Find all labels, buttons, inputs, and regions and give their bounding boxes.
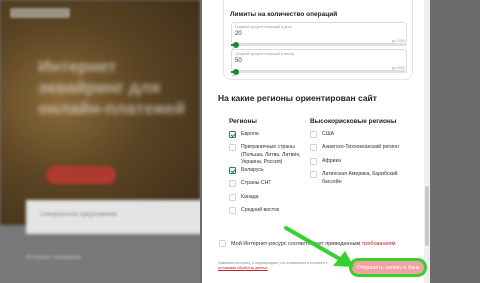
monthly-scale-max: до 5000 [392,66,405,70]
agreement-label: Мой Интернет-ресурс соответствует привед… [231,240,362,247]
checkbox-icon[interactable] [310,171,317,178]
checkbox-checked-icon[interactable] [229,167,236,174]
checkbox-icon[interactable] [229,194,236,201]
region-label: Страны СНГ [241,180,272,186]
checkbox-icon[interactable] [229,207,236,214]
background-logo [10,8,70,18]
modal-scrollbar-thumb[interactable] [425,186,429,246]
overlay-right [433,0,480,283]
region-checkbox-canada[interactable]: Канада [229,194,307,202]
limits-card: Лимиты на количество операций Средний пр… [223,0,413,80]
regions-heading: На какие регионы ориентирован сайт [218,93,377,103]
region-checkbox-usa[interactable]: США [310,131,406,139]
limits-title: Лимиты на количество операций [230,11,338,18]
agreement-checkbox[interactable]: Мой Интернет-ресурс соответствует привед… [219,240,395,247]
high-risk-regions-column-title: Высокорисковые регионы [310,118,397,125]
monthly-operations-value: 50 [235,58,242,64]
daily-operations-field[interactable]: Средний процент операций в день 20 [231,22,407,44]
region-label: США [322,131,334,137]
region-checkbox-belarus[interactable]: Беларусь [229,167,307,175]
monthly-scale-min: 0 [232,74,234,78]
region-label: Латинская Америка, Карибский бассейн [322,171,398,185]
checkbox-icon[interactable] [229,144,236,151]
background-footer-text: Интернет-эквайринг [26,255,82,261]
requirements-link[interactable]: требованиям [362,241,396,247]
monthly-operations-field[interactable]: Средний процент операций в месяц 50 [231,49,407,71]
regions-column-title: Регионы [229,118,257,125]
region-label: Приграничные страны (Польша, Литва, Латв… [241,144,301,165]
checkbox-icon[interactable] [219,240,226,247]
region-checkbox-cis[interactable]: Страны СНГ [229,180,307,188]
data-processing-link[interactable]: условиями обработки данных [218,266,268,270]
background-heading: Интернет эквайринг для онлайн-платежей [38,57,186,118]
daily-operations-slider[interactable] [231,41,407,48]
submit-application-button[interactable]: Отправить заявку в банк [350,259,426,276]
footer-note-text: Нажимая на кнопку, я подтверждаю, что оз… [218,261,328,265]
background-page: Интернет эквайринг для онлайн-платежей С… [0,0,200,283]
region-checkbox-europe[interactable]: Европа [229,131,307,139]
region-label: Азиатско-Тихоокеанский регион [322,144,399,150]
daily-scale-max: до 1000 [392,39,405,43]
footer-note: Нажимая на кнопку, я подтверждаю, что оз… [218,261,338,271]
region-label: Канада [241,194,259,200]
background-card-text: Специальное предложение [40,212,117,218]
agreement-text: Мой Интернет-ресурс соответствует привед… [231,241,395,247]
checkbox-icon[interactable] [310,158,317,165]
region-label: Средний восток [241,207,280,213]
monthly-operations-slider[interactable] [231,68,407,75]
checkbox-checked-icon[interactable] [229,131,236,138]
monthly-operations-label: Средний процент операций в месяц [235,52,294,56]
checkbox-icon[interactable] [310,144,317,151]
background-cta-button [46,166,116,184]
daily-operations-label: Средний процент операций в день [235,25,292,29]
region-checkbox-middle-east[interactable]: Средний восток [229,207,307,215]
checkbox-icon[interactable] [310,131,317,138]
region-checkbox-border-countries[interactable]: Приграничные страны (Польша, Литва, Латв… [229,144,313,167]
checkbox-icon[interactable] [229,180,236,187]
application-form-panel: Лимиты на количество операций Средний пр… [202,0,426,283]
region-checkbox-asia-pacific[interactable]: Азиатско-Тихоокеанский регион [310,144,410,152]
region-label: Беларусь [241,167,264,173]
region-label: Африка [322,158,341,164]
region-label: Европа [241,131,259,137]
region-checkbox-latin-america[interactable]: Латинская Америка, Карибский бассейн [310,171,406,186]
daily-operations-value: 20 [235,31,242,37]
region-checkbox-africa[interactable]: Африка [310,158,406,166]
